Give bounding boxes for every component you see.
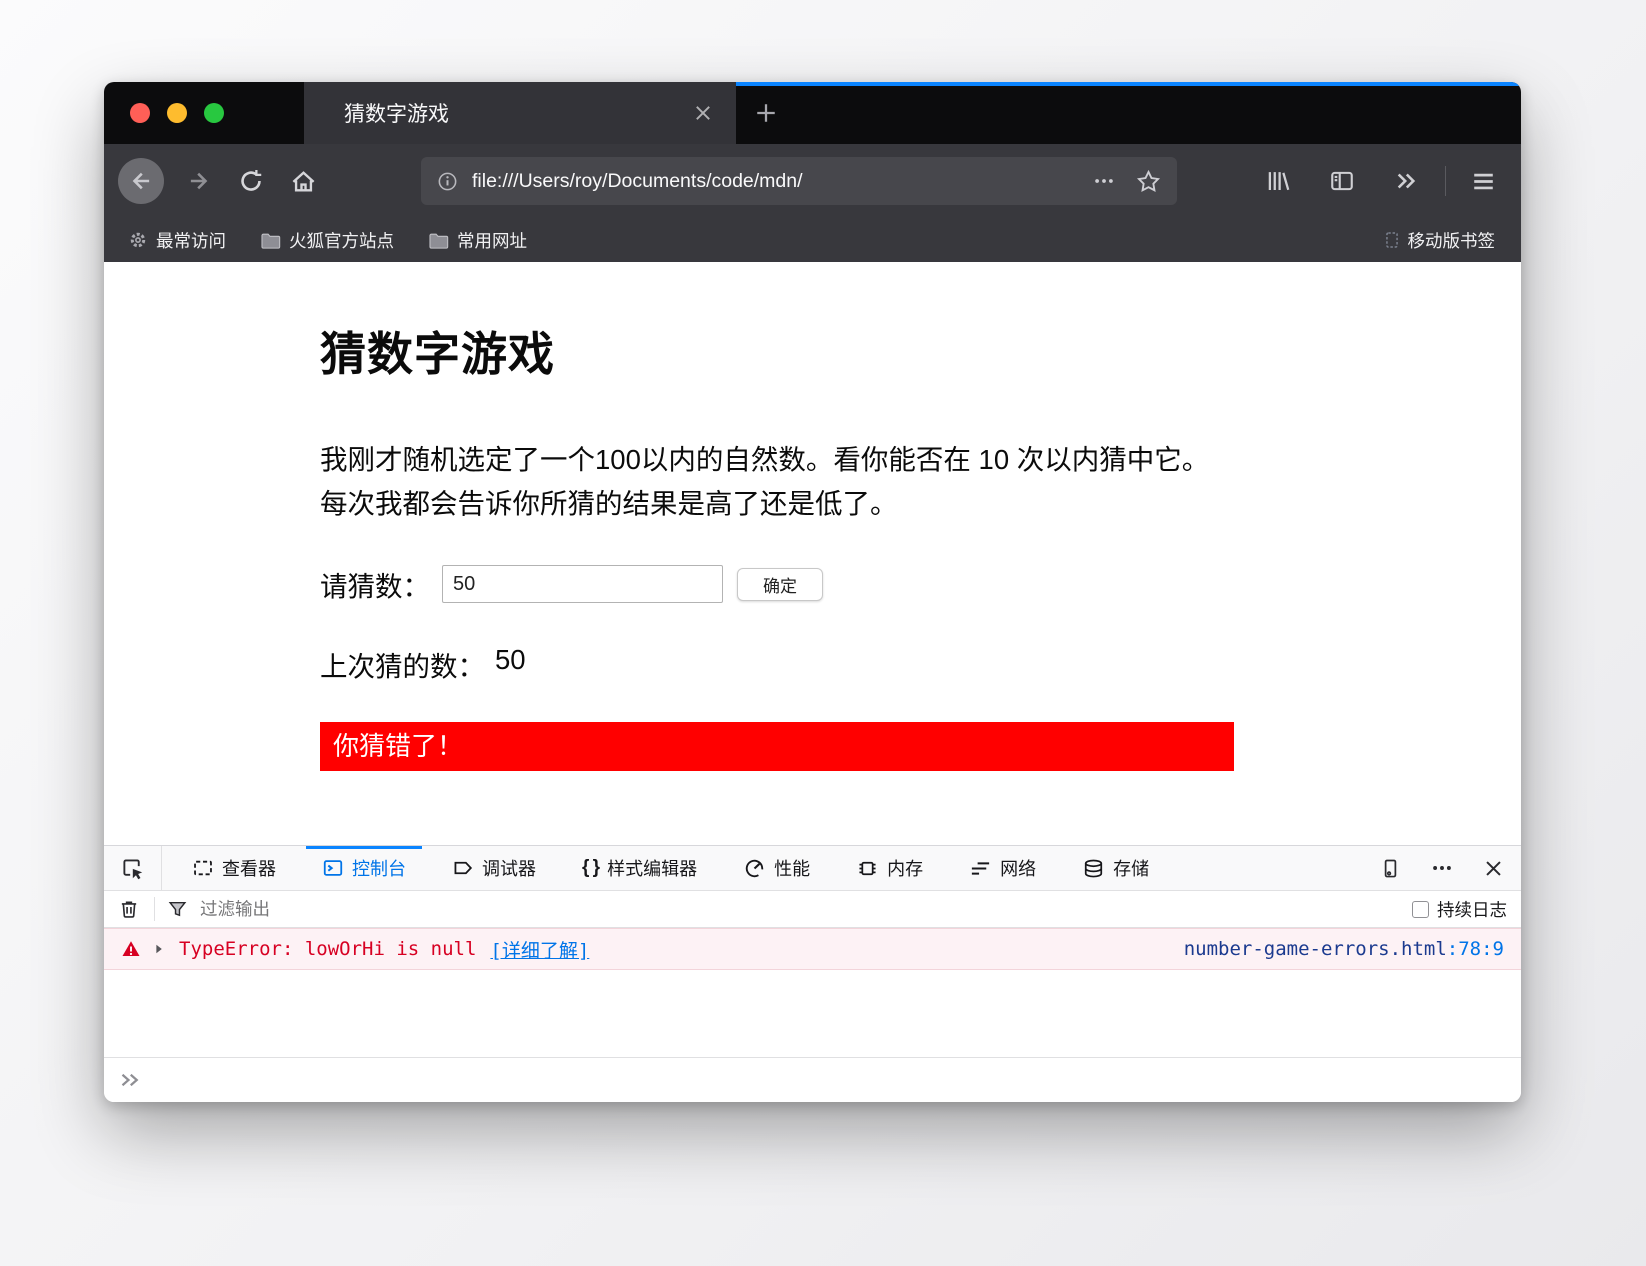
page-title: 猜数字游戏 <box>320 318 1521 384</box>
error-source-link[interactable]: number-game-errors.html:78:9 <box>1184 938 1504 960</box>
devtools-separator <box>161 846 162 890</box>
browser-window: 猜数字游戏 file:///Users/roy/Documents/code/m… <box>104 82 1521 1102</box>
home-button[interactable] <box>290 168 317 195</box>
error-message: TypeError: lowOrHi is null <box>179 938 476 960</box>
expand-stack-icon[interactable] <box>152 942 166 956</box>
gear-icon <box>128 230 148 250</box>
tab-label: 查看器 <box>222 855 276 881</box>
tab-label: 存储 <box>1113 855 1149 881</box>
error-source-file[interactable]: number-game-errors.html <box>1184 938 1447 960</box>
console-output-area[interactable] <box>104 970 1521 1057</box>
library-icon[interactable] <box>1265 168 1291 194</box>
guess-form: 请猜数： 确定 <box>320 564 1521 604</box>
console-icon <box>322 857 344 879</box>
browser-tab[interactable]: 猜数字游戏 <box>304 82 736 144</box>
console-filter-bar: 持续日志 <box>104 891 1521 928</box>
toolbar-separator <box>1445 166 1446 196</box>
reload-button[interactable] <box>238 168 264 194</box>
tab-performance[interactable]: 性能 <box>727 846 826 890</box>
url-bar[interactable]: file:///Users/roy/Documents/code/mdn/ <box>421 157 1177 205</box>
devtools-panel: 查看器 控制台 调试器 { } 样式编辑器 性能 内存 <box>104 845 1521 1102</box>
devtools-tabbar: 查看器 控制台 调试器 { } 样式编辑器 性能 内存 <box>104 846 1521 891</box>
tab-style-editor[interactable]: { } 样式编辑器 <box>566 846 713 890</box>
bookmark-label: 最常访问 <box>156 228 226 253</box>
error-learn-more-link[interactable]: [详细了解] <box>490 936 589 963</box>
console-error-row: TypeError: lowOrHi is null [详细了解] number… <box>104 928 1521 970</box>
title-bar: 猜数字游戏 <box>104 82 1521 144</box>
guess-label: 请猜数： <box>320 564 430 604</box>
last-guess-value: 50 <box>495 644 526 684</box>
sidebar-toggle-icon[interactable] <box>1329 168 1355 194</box>
filter-output-input[interactable] <box>200 899 1412 920</box>
site-info-icon[interactable] <box>437 171 458 192</box>
last-guess-label: 上次猜的数： <box>320 644 485 684</box>
last-guess-row: 上次猜的数： 50 <box>320 644 1521 684</box>
page-content: 猜数字游戏 我刚才随机选定了一个100以内的自然数。看你能否在 10 次以内猜中… <box>104 262 1521 845</box>
tab-close-icon[interactable] <box>692 102 714 124</box>
persist-logs-label: 持续日志 <box>1437 897 1507 922</box>
devtools-close-icon[interactable] <box>1482 857 1505 880</box>
bookmark-label: 常用网址 <box>457 228 527 253</box>
braces-icon: { } <box>582 857 599 879</box>
tab-label: 网络 <box>1000 855 1036 881</box>
performance-icon <box>743 857 766 880</box>
tab-label: 控制台 <box>352 855 406 881</box>
devtools-meatball-menu-icon[interactable] <box>1430 856 1454 880</box>
filter-separator <box>154 897 155 921</box>
submit-guess-button[interactable]: 确定 <box>737 568 823 601</box>
back-button[interactable] <box>118 158 164 204</box>
page-actions-icon[interactable] <box>1092 169 1116 193</box>
tab-console[interactable]: 控制台 <box>306 846 422 890</box>
new-tab-button[interactable] <box>752 99 780 127</box>
console-input-row[interactable] <box>104 1057 1521 1102</box>
tab-label: 性能 <box>774 855 810 881</box>
close-window-button[interactable] <box>130 103 150 123</box>
devtools-controls <box>1379 846 1521 890</box>
tab-label: 调试器 <box>482 855 536 881</box>
menu-icon[interactable] <box>1470 168 1497 195</box>
node-picker-icon[interactable] <box>104 846 161 890</box>
tab-inspector[interactable]: 查看器 <box>176 846 292 890</box>
network-icon <box>969 857 992 880</box>
toolbar-overflow-icon[interactable] <box>1393 168 1419 194</box>
filter-funnel-icon[interactable] <box>167 899 188 920</box>
memory-icon <box>856 857 879 880</box>
zoom-window-button[interactable] <box>204 103 224 123</box>
bookmark-mobile-bookmarks[interactable]: 移动版书签 <box>1383 228 1496 253</box>
tab-storage[interactable]: 存储 <box>1066 846 1165 890</box>
forward-button[interactable] <box>186 168 212 194</box>
guess-input[interactable] <box>442 565 723 603</box>
clear-console-icon[interactable] <box>118 898 140 920</box>
tab-network[interactable]: 网络 <box>953 846 1052 890</box>
persist-logs-checkbox[interactable] <box>1412 901 1429 918</box>
responsive-design-icon[interactable] <box>1379 857 1402 880</box>
tab-label: 样式编辑器 <box>607 855 697 881</box>
debugger-icon <box>452 857 474 879</box>
inspector-icon <box>192 857 214 879</box>
bookmark-star-icon[interactable] <box>1136 169 1161 194</box>
folder-icon <box>260 230 281 251</box>
error-source-position[interactable]: :78:9 <box>1447 938 1504 960</box>
intro-paragraph: 我刚才随机选定了一个100以内的自然数。看你能否在 10 次以内猜中它。每次我都… <box>320 438 1228 526</box>
storage-icon <box>1082 857 1105 880</box>
bookmark-label: 移动版书签 <box>1408 228 1496 253</box>
mobile-device-icon <box>1383 231 1401 249</box>
tab-memory[interactable]: 内存 <box>840 846 939 890</box>
tab-label: 内存 <box>887 855 923 881</box>
tab-title: 猜数字游戏 <box>344 98 692 128</box>
tab-debugger[interactable]: 调试器 <box>436 846 552 890</box>
navigation-toolbar: file:///Users/roy/Documents/code/mdn/ <box>104 144 1521 218</box>
persist-logs-toggle[interactable]: 持续日志 <box>1412 897 1507 922</box>
bookmarks-bar: 最常访问 火狐官方站点 常用网址 移动版书签 <box>104 218 1521 262</box>
error-warning-icon <box>121 939 141 959</box>
bookmark-most-visited[interactable]: 最常访问 <box>128 228 226 253</box>
minimize-window-button[interactable] <box>167 103 187 123</box>
bookmark-common-sites[interactable]: 常用网址 <box>428 228 527 253</box>
url-text[interactable]: file:///Users/roy/Documents/code/mdn/ <box>472 170 1084 193</box>
result-banner: 你猜错了！ <box>320 722 1234 771</box>
bookmark-label: 火狐官方站点 <box>289 228 394 253</box>
folder-icon <box>428 230 449 251</box>
bookmark-firefox-official[interactable]: 火狐官方站点 <box>260 228 394 253</box>
console-expand-chevrons-icon[interactable] <box>118 1068 142 1092</box>
